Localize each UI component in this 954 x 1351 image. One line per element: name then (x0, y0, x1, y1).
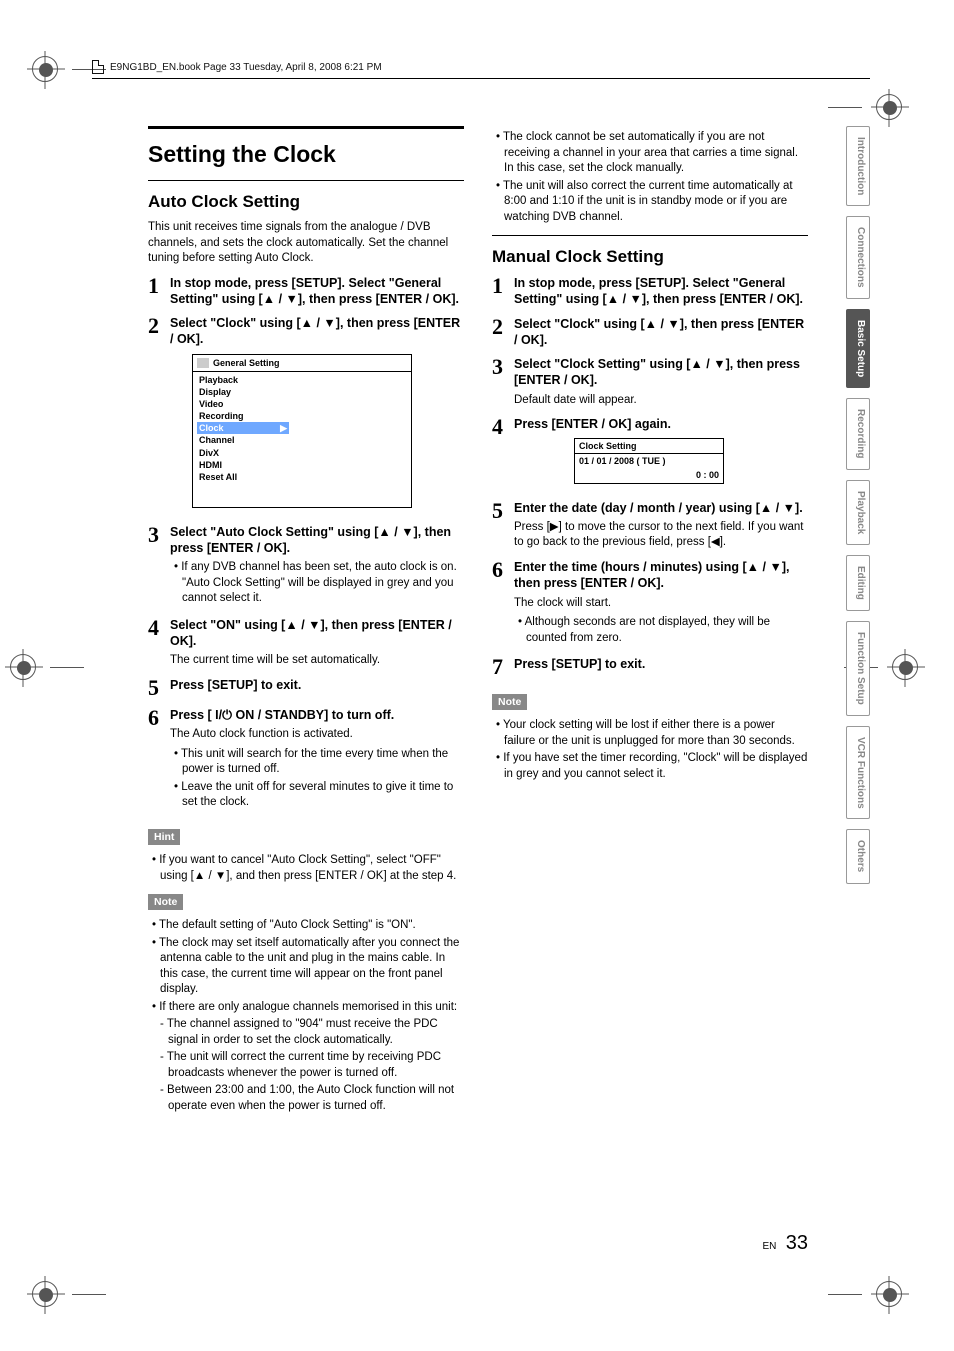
step-number: 2 (492, 316, 514, 349)
note-item: • Your clock setting will be lost if eit… (492, 718, 808, 749)
auto-step-3: Select "Auto Clock Setting" using [▲ / ▼… (170, 524, 464, 557)
manual-heading: Manual Clock Setting (492, 246, 808, 269)
menu-item: HDMI (197, 459, 289, 471)
col2-bullet: • The unit will also correct the current… (492, 179, 808, 226)
menu-item-selected: Clock▶ (197, 422, 289, 434)
menu-title: General Setting (213, 357, 280, 369)
right-column: • The clock cannot be set automatically … (492, 126, 808, 1116)
menu-item: Channel (197, 434, 289, 446)
crop-mark-br (828, 1281, 902, 1307)
crop-mark-tr (828, 94, 902, 120)
step-number: 7 (492, 656, 514, 678)
note-item: • The default setting of "Auto Clock Set… (148, 918, 464, 934)
note-label: Note (492, 694, 527, 710)
step-number: 3 (148, 524, 170, 609)
manual-step-5: Enter the date (day / month / year) usin… (514, 500, 808, 516)
step-number: 1 (492, 275, 514, 308)
tab-basic-setup[interactable]: Basic Setup (846, 309, 870, 388)
auto-step-5: Press [SETUP] to exit. (170, 677, 464, 693)
clock-setting-box: Clock Setting 01 / 01 / 2008 ( TUE ) 0 :… (574, 438, 724, 483)
step-number: 4 (148, 617, 170, 669)
left-column: Setting the Clock Auto Clock Setting Thi… (148, 126, 464, 1116)
tab-playback[interactable]: Playback (846, 480, 870, 545)
page-footer: EN 33 (148, 1232, 808, 1255)
side-tabs: Introduction Connections Basic Setup Rec… (846, 126, 870, 884)
manual-step-3: Select "Clock Setting" using [▲ / ▼], th… (514, 356, 808, 389)
manual-step-7: Press [SETUP] to exit. (514, 656, 808, 672)
step-number: 2 (148, 315, 170, 516)
page-title: Setting the Clock (148, 139, 464, 170)
tab-function-setup[interactable]: Function Setup (846, 621, 870, 716)
menu-item: DivX (197, 447, 289, 459)
col2-bullet: • The clock cannot be set automatically … (492, 130, 808, 177)
page-icon (92, 60, 104, 74)
note-item: • If there are only analogue channels me… (148, 1000, 464, 1016)
tab-others[interactable]: Others (846, 829, 870, 883)
note-dash: - Between 23:00 and 1:00, the Auto Clock… (148, 1083, 464, 1114)
auto-step-6-sub: The Auto clock function is activated. (170, 727, 464, 743)
menu-item: Display (197, 386, 289, 398)
crop-mark-left (10, 654, 84, 680)
step-number: 3 (492, 356, 514, 408)
header-text: E9NG1BD_EN.book Page 33 Tuesday, April 8… (110, 62, 382, 73)
footer-page-number: 33 (786, 1232, 808, 1254)
auto-intro: This unit receives time signals from the… (148, 220, 464, 267)
note-dash: - The channel assigned to "904" must rec… (148, 1017, 464, 1048)
manual-step-6: Enter the time (hours / minutes) using [… (514, 559, 808, 592)
bullet: • This unit will search for the time eve… (170, 747, 464, 778)
manual-step-3-sub: Default date will appear. (514, 393, 808, 409)
menu-item: Playback (197, 374, 289, 386)
menu-item: Reset All (197, 471, 289, 483)
menu-item: Recording (197, 410, 289, 422)
tab-connections[interactable]: Connections (846, 216, 870, 299)
tab-introduction[interactable]: Introduction (846, 126, 870, 206)
auto-step-6: Press [ I/⏻ ON / STANDBY] to turn off. (170, 707, 464, 723)
auto-step-1: In stop mode, press [SETUP]. Select "Gen… (170, 275, 464, 308)
step-number: 4 (492, 416, 514, 492)
step-number: 5 (492, 500, 514, 551)
bullet: • If any DVB channel has been set, the a… (170, 560, 464, 607)
hint-label: Hint (148, 829, 180, 845)
header-rule (92, 78, 870, 79)
clock-box-title: Clock Setting (575, 439, 723, 454)
tab-editing[interactable]: Editing (846, 555, 870, 611)
note-item: • The clock may set itself automatically… (148, 936, 464, 998)
clock-box-time: 0 : 00 (575, 469, 723, 483)
note-item: • If you have set the timer recording, "… (492, 751, 808, 782)
tab-recording[interactable]: Recording (846, 398, 870, 469)
step-number: 6 (492, 559, 514, 648)
auto-step-4-sub: The current time will be set automatical… (170, 653, 464, 669)
header-bookline: E9NG1BD_EN.book Page 33 Tuesday, April 8… (92, 60, 382, 74)
step-number: 6 (148, 707, 170, 813)
note-dash: - The unit will correct the current time… (148, 1050, 464, 1081)
bullet: • Leave the unit off for several minutes… (170, 780, 464, 811)
manual-step-2: Select "Clock" using [▲ / ▼], then press… (514, 316, 808, 349)
auto-step-4: Select "ON" using [▲ / ▼], then press [E… (170, 617, 464, 650)
settings-icon (197, 358, 209, 368)
bullet: • Although seconds are not displayed, th… (514, 615, 808, 646)
step-number: 1 (148, 275, 170, 308)
auto-heading: Auto Clock Setting (148, 191, 464, 214)
auto-step-2: Select "Clock" using [▲ / ▼], then press… (170, 315, 464, 348)
step-number: 5 (148, 677, 170, 699)
clock-box-date: 01 / 01 / 2008 ( TUE ) (575, 454, 723, 468)
general-setting-menu: General Setting Playback Display Video R… (192, 354, 412, 508)
manual-step-5-sub: Press [▶] to move the cursor to the next… (514, 520, 808, 551)
tab-vcr-functions[interactable]: VCR Functions (846, 726, 870, 820)
manual-step-6-sub: The clock will start. (514, 596, 808, 612)
footer-lang: EN (763, 1241, 777, 1252)
note-label: Note (148, 894, 183, 910)
manual-step-4: Press [ENTER / OK] again. (514, 416, 808, 432)
crop-mark-bl (32, 1281, 106, 1307)
hint-item: • If you want to cancel "Auto Clock Sett… (148, 853, 464, 884)
menu-item: Video (197, 398, 289, 410)
manual-step-1: In stop mode, press [SETUP]. Select "Gen… (514, 275, 808, 308)
